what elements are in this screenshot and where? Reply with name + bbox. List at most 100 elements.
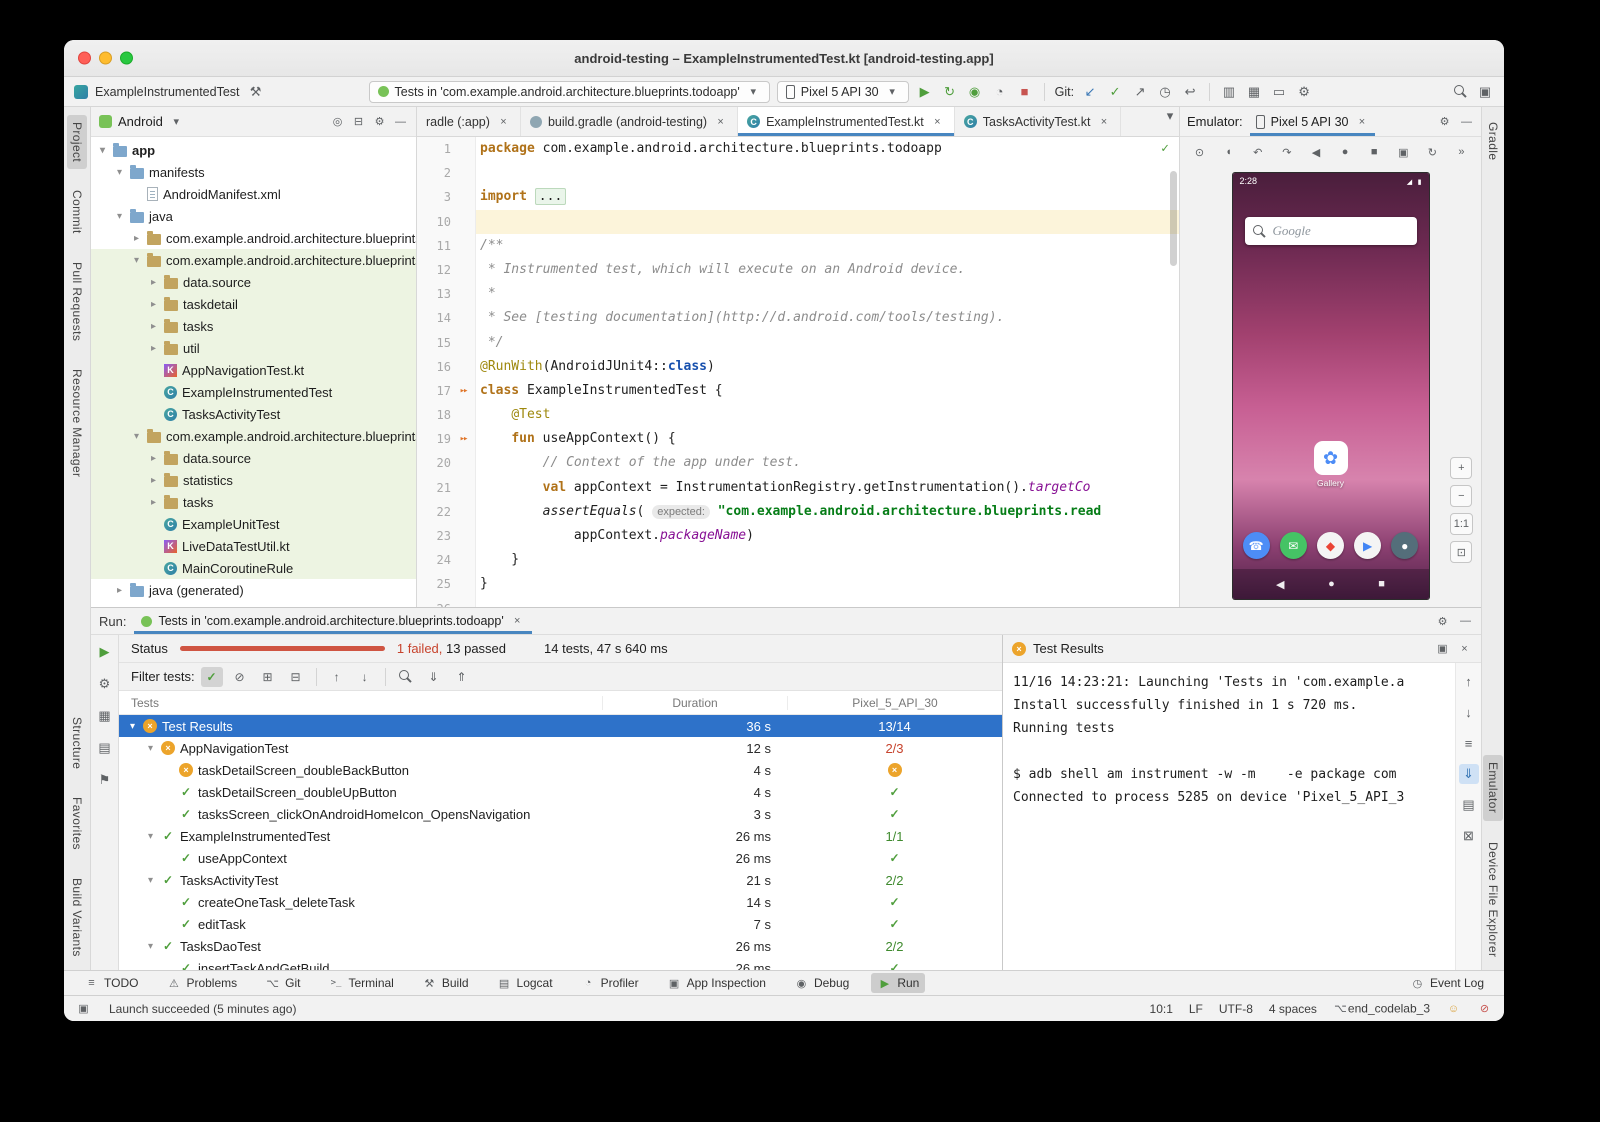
- editor-scrollbar[interactable]: [1170, 171, 1177, 266]
- power-icon[interactable]: ⊙: [1192, 143, 1207, 161]
- apply-changes-button[interactable]: ↻: [941, 83, 959, 101]
- tab-build-gradle-app[interactable]: radle (:app) ×: [417, 107, 521, 136]
- chevron-right-icon[interactable]: ▸: [148, 277, 159, 288]
- build-hammer-icon[interactable]: ⚒: [247, 83, 265, 101]
- git-commit-button[interactable]: ✓: [1106, 83, 1124, 101]
- chevron-down-icon[interactable]: ▾: [131, 431, 142, 442]
- sidebar-item-pull-requests[interactable]: Pull Requests: [67, 255, 87, 348]
- chevron-right-icon[interactable]: ▸: [148, 453, 159, 464]
- google-search-widget[interactable]: Google: [1245, 217, 1417, 245]
- code-line[interactable]: 22 assertEquals( expected: "com.example.…: [417, 500, 1179, 524]
- layout-button[interactable]: ▣: [1476, 83, 1494, 101]
- messages-app-icon[interactable]: ✉: [1280, 532, 1307, 559]
- sidebar-item-gradle[interactable]: Gradle: [1483, 115, 1503, 167]
- zoom-actual-button[interactable]: 1:1: [1450, 513, 1473, 535]
- hide-panel-button[interactable]: —: [1459, 113, 1474, 131]
- next-failed-button[interactable]: ↓: [354, 667, 376, 687]
- tool-build[interactable]: ⚒Build: [416, 973, 475, 993]
- code-line[interactable]: 16@RunWith(AndroidJUnit4::class): [417, 355, 1179, 379]
- expand-all-button[interactable]: ⊞: [257, 667, 279, 687]
- settings-button[interactable]: ⚙: [1295, 83, 1313, 101]
- more-icon[interactable]: »: [1454, 143, 1469, 161]
- gallery-shortcut[interactable]: ✿ Gallery: [1314, 441, 1348, 488]
- test-rows-button[interactable]: ▤: [96, 739, 114, 757]
- sidebar-item-project[interactable]: Project: [67, 115, 87, 169]
- sidebar-item-emulator[interactable]: Emulator: [1483, 755, 1503, 820]
- show-passed-button[interactable]: ✓: [201, 667, 223, 687]
- chevron-right-icon[interactable]: ▸: [148, 299, 159, 310]
- code-line[interactable]: 12 * Instrumented test, which will execu…: [417, 258, 1179, 282]
- chevron-down-icon[interactable]: ▾: [97, 145, 108, 156]
- export-results-button[interactable]: ⇑: [451, 667, 473, 687]
- tree-item[interactable]: ▸tasks: [91, 315, 416, 337]
- close-icon[interactable]: ×: [1096, 113, 1111, 131]
- tree-item[interactable]: ▾manifests: [91, 161, 416, 183]
- sidebar-item-resource-manager[interactable]: Resource Manager: [67, 362, 87, 484]
- test-row[interactable]: ▾×Test Results36 s13/14: [119, 715, 1002, 737]
- git-update-button[interactable]: ↙: [1081, 83, 1099, 101]
- nav-recents-button[interactable]: ■: [1378, 578, 1385, 590]
- chevron-right-icon[interactable]: ▸: [148, 497, 159, 508]
- console-output[interactable]: 11/16 14:23:21: Launching 'Tests in 'com…: [1003, 663, 1455, 970]
- chevron-right-icon[interactable]: ▸: [148, 475, 159, 486]
- feedback-smiley-icon[interactable]: ☺: [1446, 1000, 1461, 1018]
- column-tests[interactable]: Tests: [119, 696, 602, 710]
- tool-debug[interactable]: ◉Debug: [788, 973, 855, 993]
- zoom-out-button[interactable]: −: [1450, 485, 1472, 507]
- git-rollback-button[interactable]: ↩: [1181, 83, 1199, 101]
- chevron-down-icon[interactable]: ▾: [145, 831, 156, 842]
- camera-app-icon[interactable]: ●: [1391, 532, 1418, 559]
- run-settings-button[interactable]: ⚙: [1435, 612, 1450, 630]
- zoom-in-button[interactable]: +: [1450, 457, 1472, 479]
- close-icon[interactable]: ×: [496, 113, 511, 131]
- close-icon[interactable]: ×: [930, 113, 945, 131]
- chevron-down-icon[interactable]: ▾: [131, 255, 142, 266]
- code-line[interactable]: 10: [417, 210, 1179, 234]
- nav-back-button[interactable]: ◀: [1276, 578, 1284, 591]
- debug-button[interactable]: ◉: [966, 83, 984, 101]
- project-view-select[interactable]: Android: [118, 114, 163, 129]
- show-ignored-button[interactable]: ⊘: [229, 667, 251, 687]
- inspection-ok-icon[interactable]: ✓: [1161, 141, 1169, 156]
- sidebar-item-structure[interactable]: Structure: [67, 710, 87, 776]
- chevron-down-icon[interactable]: ▾: [114, 167, 125, 178]
- indent-indicator[interactable]: 4 spaces: [1269, 1002, 1317, 1016]
- chevron-down-icon[interactable]: ▾: [145, 875, 156, 886]
- tab-tasks-activity-test[interactable]: C TasksActivityTest.kt ×: [955, 107, 1122, 136]
- tree-item[interactable]: ▸statistics: [91, 469, 416, 491]
- tree-item[interactable]: CExampleInstrumentedTest: [91, 381, 416, 403]
- nav-home-button[interactable]: ●: [1328, 578, 1335, 590]
- code-line[interactable]: 18 @Test: [417, 403, 1179, 427]
- device-select[interactable]: Pixel 5 API 30 ▾: [777, 81, 909, 103]
- tree-item[interactable]: ▸tasks: [91, 491, 416, 513]
- hidden-tabs-button[interactable]: ▾: [1161, 107, 1179, 125]
- collapse-all-button[interactable]: ⊟: [285, 667, 307, 687]
- zoom-window-button[interactable]: [120, 52, 133, 65]
- chevron-down-icon[interactable]: ▾: [145, 941, 156, 952]
- test-history-button[interactable]: [395, 667, 417, 687]
- pin-tab-button[interactable]: ⚑: [96, 771, 114, 789]
- tree-item[interactable]: ▸util: [91, 337, 416, 359]
- tree-item[interactable]: ▾com.example.android.architecture.bluepr…: [91, 249, 416, 271]
- tree-item[interactable]: CTasksActivityTest: [91, 403, 416, 425]
- tree-item[interactable]: CMainCoroutineRule: [91, 557, 416, 579]
- hide-panel-button[interactable]: —: [393, 113, 408, 131]
- record-icon[interactable]: ●: [1338, 143, 1353, 161]
- column-device[interactable]: Pixel_5_API_30: [787, 696, 1002, 710]
- tree-item[interactable]: AndroidManifest.xml: [91, 183, 416, 205]
- test-row[interactable]: ▾✓TasksActivityTest21 s2/2: [119, 869, 1002, 891]
- profiler-button[interactable]: ◔: [991, 83, 1009, 101]
- previous-failed-button[interactable]: ↑: [326, 667, 348, 687]
- code-editor[interactable]: 1package com.example.android.architectur…: [417, 137, 1179, 607]
- code-line[interactable]: 23 appContext.packageName): [417, 524, 1179, 548]
- soft-wrap-button[interactable]: ≡: [1459, 733, 1479, 753]
- git-branch[interactable]: ⌥end_codelab_3: [1333, 1000, 1430, 1018]
- code-line[interactable]: 17▸▸class ExampleInstrumentedTest {: [417, 379, 1179, 403]
- emulator-tab[interactable]: Pixel 5 API 30 ×: [1250, 107, 1376, 136]
- caret-position[interactable]: 10:1: [1150, 1002, 1173, 1016]
- collapse-all-button[interactable]: ⊟: [351, 113, 366, 131]
- tool-logcat[interactable]: ▤Logcat: [491, 973, 559, 993]
- test-row[interactable]: ×taskDetailScreen_doubleBackButton4 s×: [119, 759, 1002, 781]
- close-icon[interactable]: ×: [1354, 113, 1369, 131]
- tree-item[interactable]: ▸data.source: [91, 271, 416, 293]
